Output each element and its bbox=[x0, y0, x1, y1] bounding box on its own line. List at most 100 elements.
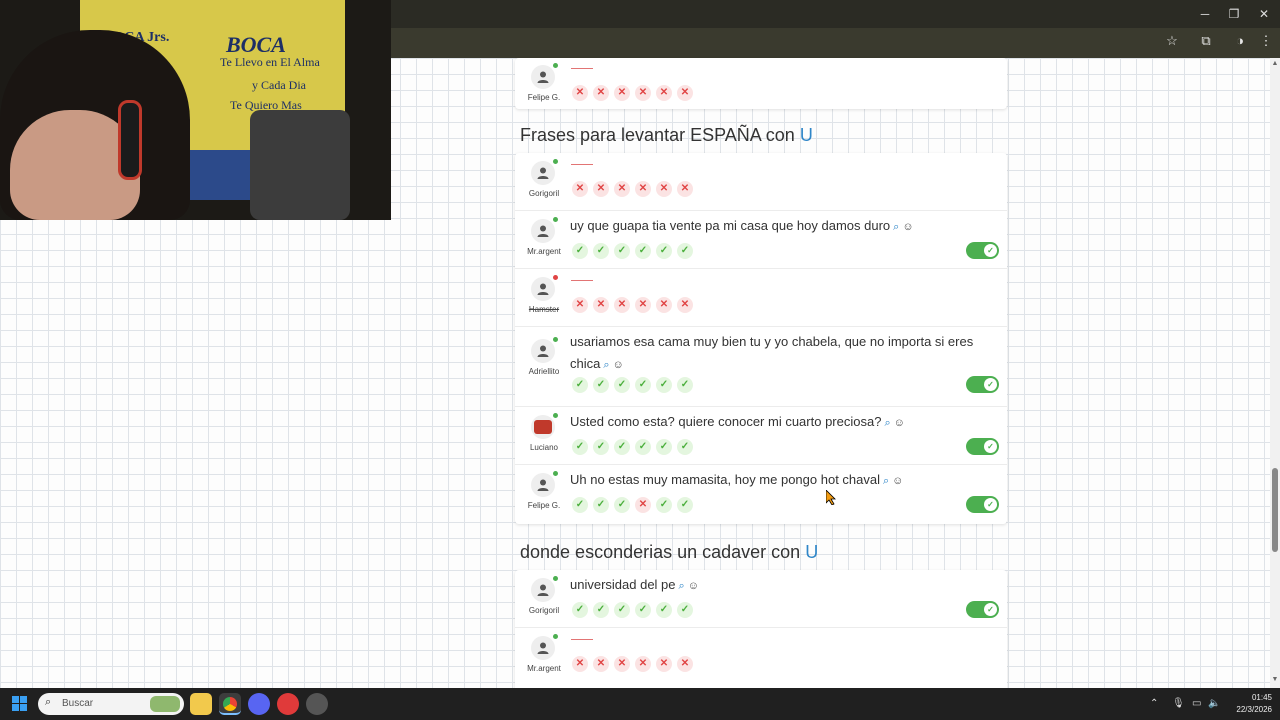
scroll-thumb[interactable] bbox=[1272, 468, 1278, 552]
answer-row: Gorigoril universidad del pe ⌕ ☺ ✓ ✓ ✓ ✓ ✓ ✓ ✓ bbox=[515, 570, 1007, 628]
vote-marks: ✕ ✕ ✕ ✕ ✕ ✕ bbox=[572, 297, 693, 313]
status-dot bbox=[553, 471, 558, 476]
category-card: Gorigoril ✕ ✕ ✕ ✕ ✕ ✕ Mr.argent uy que guapa tia… bbox=[515, 153, 1007, 524]
answer-text: Usted como esta? quiere conocer mi cuart… bbox=[570, 411, 990, 434]
tray-overflow-icon[interactable]: ⌃ bbox=[1150, 698, 1158, 709]
scroll-down-icon[interactable]: ▼ bbox=[1271, 676, 1279, 683]
search-icon[interactable]: ⌕ bbox=[679, 580, 685, 592]
search-highlight-icon bbox=[150, 696, 180, 712]
discord-icon[interactable] bbox=[248, 693, 270, 715]
answer-text-value: usariamos esa cama muy bien tu y yo chab… bbox=[570, 334, 974, 371]
validate-toggle[interactable]: ✓ bbox=[966, 242, 999, 259]
cross-icon: ✕ bbox=[677, 181, 693, 197]
cross-icon: ✕ bbox=[572, 85, 588, 101]
network-icon[interactable]: ▭ bbox=[1192, 698, 1201, 709]
validate-toggle[interactable]: ✓ bbox=[966, 601, 999, 618]
vote-marks: ✓ ✓ ✓ ✓ ✓ ✓ bbox=[572, 243, 693, 259]
category-title-text: donde esconderias un cadaver con bbox=[520, 542, 801, 562]
check-icon: ✓ bbox=[656, 439, 672, 455]
check-icon: ✓ bbox=[614, 497, 630, 513]
username: Mr.argent bbox=[527, 664, 561, 673]
username: Hamster bbox=[528, 305, 560, 314]
toggle-check-icon: ✓ bbox=[984, 244, 997, 257]
app-icon[interactable] bbox=[306, 693, 328, 715]
minimize-button[interactable]: ─ bbox=[1190, 4, 1220, 24]
star-icon[interactable]: ☆ bbox=[1161, 30, 1183, 52]
person-silhouette bbox=[0, 30, 190, 220]
validate-toggle[interactable]: ✓ bbox=[966, 496, 999, 513]
user-avatar-icon bbox=[531, 473, 555, 497]
taskbar-search[interactable]: ⌕ Buscar bbox=[38, 693, 184, 715]
validate-toggle[interactable]: ✓ bbox=[966, 438, 999, 455]
empty-answer-line bbox=[571, 68, 593, 69]
status-dot bbox=[553, 576, 558, 581]
check-icon: ✓ bbox=[677, 377, 693, 393]
search-icon[interactable]: ⌕ bbox=[893, 221, 899, 233]
emoji-react-icon[interactable]: ☺ bbox=[894, 417, 905, 429]
answer-row: Gorigoril ✕ ✕ ✕ ✕ ✕ ✕ bbox=[515, 153, 1007, 211]
emoji-react-icon[interactable]: ☺ bbox=[892, 475, 903, 487]
check-icon: ✓ bbox=[572, 377, 588, 393]
category-title-text: Frases para levantar ESPAÑA con bbox=[520, 125, 795, 145]
username: Felipe G. bbox=[527, 501, 561, 510]
answer-row: Felipe G. Uh no estas muy mamasita, hoy m… bbox=[515, 465, 1007, 524]
search-icon[interactable]: ⌕ bbox=[884, 417, 890, 429]
username: Gorigoril bbox=[528, 606, 560, 615]
status-dot bbox=[553, 217, 558, 222]
check-icon: ✓ bbox=[593, 243, 609, 259]
answer-row: Adriellito usariamos esa cama muy bien tu… bbox=[515, 327, 1007, 407]
cross-icon: ✕ bbox=[614, 85, 630, 101]
mouse-cursor-icon bbox=[826, 490, 836, 505]
emoji-react-icon[interactable]: ☺ bbox=[613, 359, 624, 371]
profile-icon[interactable]: ◑ bbox=[1229, 30, 1251, 52]
empty-answer-line bbox=[571, 280, 593, 281]
scroll-up-icon[interactable]: ▲ bbox=[1271, 60, 1279, 67]
cross-icon: ✕ bbox=[677, 297, 693, 313]
clock[interactable]: 01:45 22/3/2026 bbox=[1226, 692, 1272, 716]
search-icon[interactable]: ⌕ bbox=[603, 359, 609, 371]
answer-text: usariamos esa cama muy bien tu y yo chab… bbox=[570, 331, 990, 376]
emoji-react-icon[interactable]: ☺ bbox=[902, 221, 913, 233]
cross-icon: ✕ bbox=[656, 297, 672, 313]
cross-icon: ✕ bbox=[677, 85, 693, 101]
search-icon[interactable]: ⌕ bbox=[883, 475, 889, 487]
vote-marks: ✓ ✓ ✓ ✓ ✓ ✓ bbox=[572, 439, 693, 455]
answer-text-value: Usted como esta? quiere conocer mi cuart… bbox=[570, 414, 882, 429]
gaming-chair bbox=[250, 110, 350, 220]
vote-marks: ✓ ✓ ✓ ✓ ✓ ✓ bbox=[572, 377, 693, 393]
check-icon: ✓ bbox=[677, 243, 693, 259]
volume-icon[interactable]: 🔈 bbox=[1208, 698, 1220, 709]
media-player-icon[interactable] bbox=[277, 693, 299, 715]
cross-icon: ✕ bbox=[656, 181, 672, 197]
check-icon: ✓ bbox=[656, 602, 672, 618]
toggle-check-icon: ✓ bbox=[984, 440, 997, 453]
file-explorer-icon[interactable] bbox=[190, 693, 212, 715]
check-icon: ✓ bbox=[614, 377, 630, 393]
username: Felipe G. bbox=[527, 93, 561, 102]
check-icon: ✓ bbox=[677, 439, 693, 455]
status-dot bbox=[553, 634, 558, 639]
windows-start-icon[interactable] bbox=[12, 696, 28, 712]
menu-icon[interactable]: ⋮ bbox=[1255, 30, 1277, 52]
check-icon: ✓ bbox=[572, 602, 588, 618]
scrollbar[interactable]: ▲ ▼ bbox=[1270, 58, 1280, 688]
taskbar: ⌕ Buscar ⌃ 🎙 ▭ 🔈 01:45 22/3/2026 bbox=[0, 688, 1280, 720]
category-card: Gorigoril universidad del pe ⌕ ☺ ✓ ✓ ✓ ✓ ✓ ✓ ✓ Mr.a… bbox=[515, 570, 1007, 700]
restore-button[interactable]: ❐ bbox=[1219, 4, 1249, 24]
banner-text: Te Llevo en El Alma bbox=[220, 55, 320, 69]
chrome-icon[interactable] bbox=[219, 693, 241, 715]
search-placeholder: Buscar bbox=[62, 698, 94, 709]
validate-toggle[interactable]: ✓ bbox=[966, 376, 999, 393]
previous-category-card: Felipe G. ✕ ✕ ✕ ✕ ✕ ✕ bbox=[515, 58, 1007, 109]
check-icon: ✓ bbox=[677, 602, 693, 618]
clock-time: 01:45 bbox=[1251, 693, 1272, 702]
banner-text: y Cada Dia bbox=[252, 78, 306, 92]
username: Luciano bbox=[529, 443, 559, 452]
microphone-icon[interactable]: 🎙 bbox=[1172, 698, 1185, 709]
extensions-icon[interactable]: ⧉ bbox=[1195, 30, 1217, 52]
username: Mr.argent bbox=[527, 247, 561, 256]
close-button[interactable]: ✕ bbox=[1249, 4, 1279, 24]
status-dot bbox=[553, 337, 558, 342]
row-clip: Felipe G. ✕ ✕ ✕ ✕ ✕ ✕ bbox=[515, 58, 1007, 109]
emoji-react-icon[interactable]: ☺ bbox=[688, 580, 699, 592]
